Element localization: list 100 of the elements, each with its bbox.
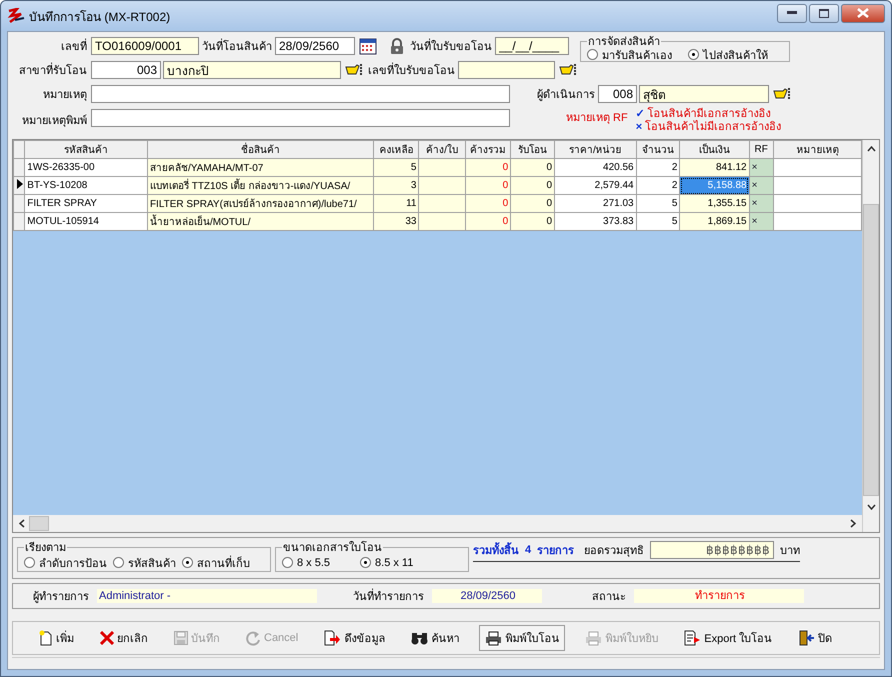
table-cell: FILTER SPRAY(สเปรย์ล้างกรองอากาศ)/lube71/ xyxy=(147,194,374,212)
column-header[interactable]: RF xyxy=(749,140,774,158)
table-cell: × xyxy=(749,176,774,194)
new-page-icon xyxy=(39,630,53,646)
table-cell: 5 xyxy=(374,158,419,176)
radio-option[interactable]: ลำดับการป้อน xyxy=(24,554,107,572)
scroll-down-icon[interactable] xyxy=(866,504,876,510)
table-cell: 420.56 xyxy=(554,158,636,176)
radio-option[interactable]: 8 x 5.5 xyxy=(282,556,330,568)
net-total-field[interactable]: ฿฿฿฿฿฿฿฿ xyxy=(650,541,774,559)
toolbar-button[interactable]: เพิ่ม xyxy=(33,625,80,651)
table-cell: 0 xyxy=(510,212,555,230)
legend-text: โอนสินค้ามีเอกสารอ้างอิง xyxy=(648,108,771,120)
request-number-field[interactable] xyxy=(458,61,555,79)
table-cell: 1,869.15 xyxy=(680,212,750,230)
table-cell: 2,579.44 xyxy=(554,176,636,194)
document-arrow-icon xyxy=(324,630,342,646)
minimize-button[interactable] xyxy=(777,4,807,22)
table-cell: 0 xyxy=(465,212,511,230)
toolbar-button[interactable]: ค้นหา xyxy=(405,625,466,651)
doc-number-field[interactable]: TO016009/0001 xyxy=(91,37,199,55)
field-label: วันที่โอนสินค้า xyxy=(201,37,273,55)
legend-label: หมายเหตุ RF xyxy=(566,111,628,126)
field-label: หมายเหตุ xyxy=(42,88,88,103)
exit-door-icon xyxy=(798,630,816,646)
column-header[interactable]: เป็นเงิน xyxy=(680,140,750,158)
table-cell: 1,355.15 xyxy=(680,194,750,212)
vertical-scrollbar[interactable] xyxy=(862,140,879,532)
row-header-cell[interactable] xyxy=(14,194,25,212)
binoculars-icon xyxy=(411,631,428,645)
transfer-date-field[interactable]: 28/09/2560 xyxy=(275,37,355,55)
table-cell: × xyxy=(749,194,774,212)
scroll-left-icon[interactable] xyxy=(19,519,25,528)
net-total-label: ยอดรวมสุทธิ xyxy=(584,544,644,559)
field-label: ผู้ทำรายการ xyxy=(33,590,89,605)
table-cell: BT-YS-10208 xyxy=(24,176,148,194)
table-cell: แบทเตอรี่ TTZ10S เตี้ย กล่องขาว-แดง/YUASA/ xyxy=(147,176,374,194)
legend-symbol: ✓ xyxy=(636,108,645,121)
close-icon xyxy=(857,8,869,18)
maximize-button[interactable] xyxy=(809,4,839,22)
scroll-thumb[interactable] xyxy=(863,204,879,496)
scroll-up-icon[interactable] xyxy=(866,146,876,152)
printer-icon xyxy=(585,630,602,646)
branch-code-field[interactable]: 003 xyxy=(91,61,161,79)
row-header-cell[interactable] xyxy=(14,158,25,176)
currency-label: บาท xyxy=(780,544,800,559)
column-header[interactable]: ราคา/หน่วย xyxy=(554,140,636,158)
table-cell: 0 xyxy=(465,194,511,212)
minimize-icon xyxy=(787,11,797,15)
column-header[interactable]: ค้างรวม xyxy=(465,140,511,158)
scroll-right-icon[interactable] xyxy=(850,519,856,528)
field-label: วันที่ทำรายการ xyxy=(353,587,424,605)
legend-text: โอนสินค้าไม่มีเอกสารอ้างอิง xyxy=(645,121,782,134)
column-header[interactable]: ชื่อสินค้า xyxy=(147,140,374,158)
column-header[interactable]: รหัสสินค้า xyxy=(24,140,148,158)
toolbar-button[interactable]: พิมพ์ใบโอน xyxy=(479,625,566,651)
calendar-icon[interactable] xyxy=(359,37,377,55)
table-cell: 0 xyxy=(465,158,511,176)
item-unit: รายการ xyxy=(537,544,574,559)
field-label: สถานะ xyxy=(592,590,626,605)
radio-option[interactable]: สถานที่เก็บ xyxy=(182,554,250,572)
toolbar-button[interactable]: ยกเลิก xyxy=(94,625,154,651)
field-label: เลขที่ xyxy=(8,37,88,55)
table-cell: 5,158.88 xyxy=(680,176,750,194)
maximize-icon xyxy=(819,8,829,18)
column-header[interactable]: จำนวน xyxy=(636,140,680,158)
item-count: 4 xyxy=(525,544,532,556)
request-date-field[interactable]: __/__/____ xyxy=(495,37,569,55)
table-cell: 373.83 xyxy=(554,212,636,230)
branch-name-field[interactable]: บางกะปิ xyxy=(163,61,341,79)
table-cell: สายคลัช/YAMAHA/MT-07 xyxy=(147,158,374,176)
table-cell: 0 xyxy=(510,158,555,176)
table-cell: × xyxy=(749,158,774,176)
field-label: วันที่ใบรับขอโอน xyxy=(409,37,493,55)
print-note-field[interactable] xyxy=(91,109,510,127)
operator-code-field[interactable]: 008 xyxy=(598,85,637,103)
column-header[interactable]: ค้าง/ใบ xyxy=(418,140,466,158)
table-cell: 11 xyxy=(374,194,419,212)
row-header-cell xyxy=(14,140,25,158)
row-header-cell[interactable] xyxy=(14,176,25,194)
operator-name-field[interactable]: สุชิต xyxy=(639,85,769,103)
undo-icon xyxy=(246,630,261,646)
scroll-thumb[interactable] xyxy=(29,516,49,531)
close-button[interactable] xyxy=(841,4,885,22)
column-header[interactable]: รับโอน xyxy=(510,140,555,158)
row-header-cell[interactable] xyxy=(14,212,25,230)
radio-option[interactable]: รหัสสินค้า xyxy=(113,554,176,572)
toolbar-button[interactable]: ดึงข้อมูล xyxy=(318,625,392,651)
document-export-icon xyxy=(684,630,702,646)
toolbar-button[interactable]: ปิด xyxy=(792,625,838,651)
toolbar-button[interactable]: Export ใบโอน xyxy=(678,625,778,651)
group-title: ขนาดเอกสารใบโอน xyxy=(282,540,383,556)
legend-symbol: × xyxy=(636,121,642,134)
radio-option[interactable]: 8.5 x 11 xyxy=(360,556,414,568)
note-field[interactable] xyxy=(91,85,510,103)
column-header[interactable]: หมายเหตุ xyxy=(773,140,862,158)
column-header[interactable]: คงเหลือ xyxy=(374,140,419,158)
table-cell xyxy=(418,212,466,230)
radio-option[interactable]: ไปส่งสินค้าให้ xyxy=(688,46,768,64)
lock-icon xyxy=(389,38,405,54)
